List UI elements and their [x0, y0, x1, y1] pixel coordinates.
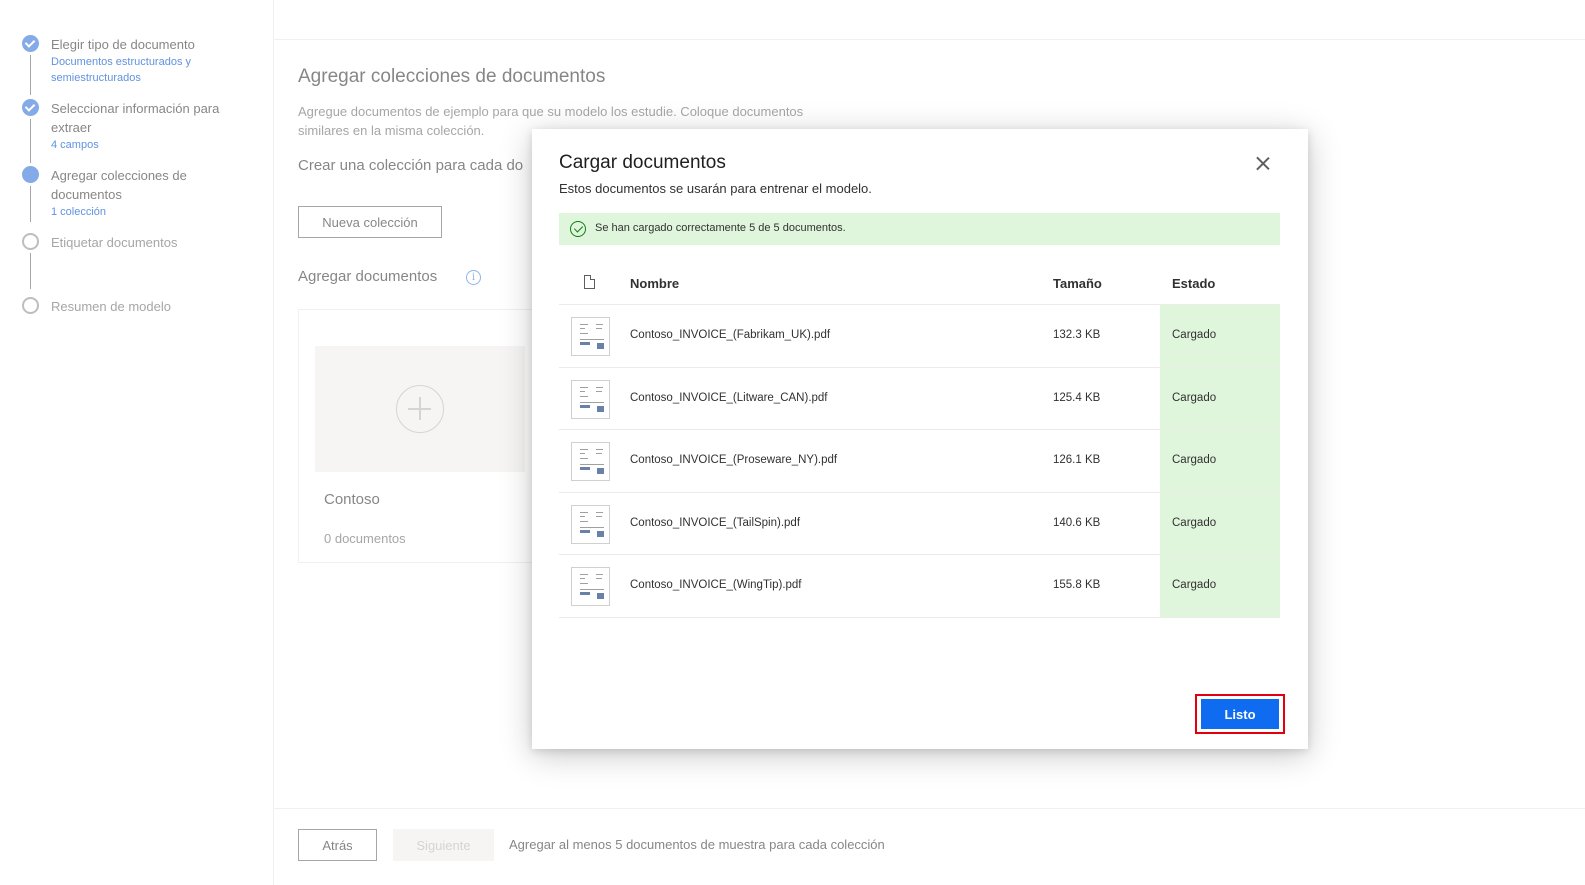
- pdf-thumbnail-icon: [571, 317, 610, 356]
- file-name: Contoso_INVOICE_(Proseware_NY).pdf: [630, 454, 838, 466]
- dialog-description: Estos documentos se usarán para entrenar…: [559, 181, 872, 196]
- success-check-icon: [570, 221, 586, 237]
- status-text: Cargado: [1172, 454, 1217, 466]
- file-size: 126.1 KB: [1053, 454, 1101, 466]
- dialog-title: Cargar documentos: [559, 152, 726, 173]
- file-size: 140.6 KB: [1053, 516, 1101, 529]
- status-text: Cargado: [1172, 516, 1217, 529]
- upload-documents-dialog: Cargar documentos Estos documentos se us…: [532, 129, 1308, 749]
- table-row[interactable]: Contoso_INVOICE_(Fabrikam_UK).pdf 132.3 …: [559, 305, 1280, 368]
- status-cell: Cargado: [1160, 555, 1280, 617]
- pdf-thumbnail-icon: [571, 504, 610, 544]
- table-row[interactable]: Contoso_INVOICE_(Litware_CAN).pdf 125.4 …: [559, 367, 1280, 430]
- status-cell: Cargado: [1160, 492, 1280, 554]
- status-cell: Cargado: [1160, 430, 1280, 492]
- document-icon: [584, 275, 595, 289]
- status-text: Cargado: [1172, 579, 1217, 591]
- close-icon[interactable]: [1252, 153, 1274, 175]
- file-size: 125.4 KB: [1053, 391, 1101, 404]
- file-name: Contoso_INVOICE_(Fabrikam_UK).pdf: [630, 329, 831, 341]
- pdf-thumbnail-icon: [571, 567, 610, 606]
- pdf-thumbnail-icon: [571, 442, 610, 481]
- done-button[interactable]: Listo: [1201, 699, 1279, 729]
- file-size: 132.3 KB: [1053, 329, 1101, 341]
- status-cell: Cargado: [1160, 367, 1280, 429]
- column-header-status[interactable]: Estado: [1172, 276, 1215, 291]
- success-message: Se han cargado correctamente 5 de 5 docu…: [595, 222, 846, 234]
- table-row[interactable]: Contoso_INVOICE_(WingTip).pdf 155.8 KB C…: [559, 555, 1280, 618]
- table-row[interactable]: Contoso_INVOICE_(Proseware_NY).pdf 126.1…: [559, 430, 1280, 493]
- status-text: Cargado: [1172, 391, 1217, 404]
- pdf-thumbnail-icon: [571, 379, 610, 419]
- file-size: 155.8 KB: [1053, 579, 1101, 591]
- file-name: Contoso_INVOICE_(Litware_CAN).pdf: [630, 391, 828, 404]
- column-header-name[interactable]: Nombre: [630, 276, 679, 291]
- column-header-size[interactable]: Tamaño: [1053, 276, 1102, 291]
- status-text: Cargado: [1172, 329, 1217, 341]
- table-header: Nombre Tamaño Estado: [559, 263, 1280, 305]
- success-banner: Se han cargado correctamente 5 de 5 docu…: [559, 213, 1280, 245]
- file-name: Contoso_INVOICE_(WingTip).pdf: [630, 579, 802, 591]
- status-cell: Cargado: [1160, 305, 1280, 367]
- table-row[interactable]: Contoso_INVOICE_(TailSpin).pdf 140.6 KB …: [559, 492, 1280, 555]
- uploaded-files-table: Nombre Tamaño Estado Contoso_INVOICE_(Fa…: [559, 263, 1280, 618]
- file-name: Contoso_INVOICE_(TailSpin).pdf: [630, 516, 801, 529]
